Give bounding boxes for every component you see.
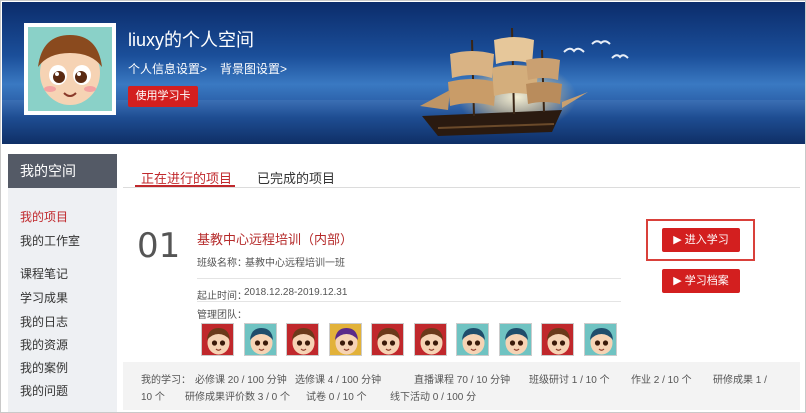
boy-avatar-icon[interactable] <box>371 323 404 356</box>
stat-outcome-reviews: 研修成果评价数 3 / 0 个 <box>185 392 291 403</box>
boy-avatar-icon[interactable] <box>541 323 574 356</box>
stat-offline-activity: 线下活动 0 / 100 分 <box>390 392 477 403</box>
stat-homework: 作业 2 / 10 个 <box>631 375 692 386</box>
class-value: 基教中心远程培训一班 <box>245 258 345 269</box>
sidebar-item-my-resources[interactable]: 我的资源 <box>20 336 68 353</box>
play-icon: ▶ <box>673 234 685 246</box>
seagulls-image <box>563 40 629 59</box>
purple-avatar-icon[interactable] <box>329 323 362 356</box>
app-frame: liuxy的个人空间 个人信息设置> 背景图设置> 使用学习卡 我的空间 我的项… <box>0 0 806 413</box>
play-icon: ▶ <box>673 275 685 287</box>
period-label: 起止时间： <box>197 291 247 302</box>
tab-completed-projects[interactable]: 已完成的项目 <box>257 168 335 187</box>
period-value: 2018.12.28-2019.12.31 <box>244 287 348 298</box>
sidebar-item-my-cases[interactable]: 我的案例 <box>20 359 68 376</box>
enter-study-label: 进入学习 <box>684 234 729 246</box>
sidebar-item-course-notes[interactable]: 课程笔记 <box>20 265 68 282</box>
stat-research-outcome-cont: 10 个 <box>141 392 165 403</box>
project-title-link[interactable]: 基教中心远程培训（内部） <box>197 229 353 248</box>
stat-elective-course: 选修课 4 / 100 分钟 <box>295 375 382 386</box>
stat-research-outcome: 研修成果 1 / <box>713 375 767 386</box>
boy-avatar-icon[interactable] <box>286 323 319 356</box>
profile-avatar[interactable] <box>24 23 116 115</box>
sidebar-item-my-studio[interactable]: 我的工作室 <box>20 232 80 249</box>
girl-avatar-icon[interactable] <box>456 323 489 356</box>
stat-required-course: 必修课 20 / 100 分钟 <box>195 375 287 386</box>
cartoon-face-icon <box>28 27 112 111</box>
sidebar-title: 我的空间 <box>8 154 117 188</box>
study-archive-label: 学习档案 <box>684 275 729 287</box>
boy-avatar-icon[interactable] <box>201 323 234 356</box>
girl-avatar-icon[interactable] <box>584 323 617 356</box>
boy-avatar-icon[interactable] <box>414 323 447 356</box>
use-study-card-button[interactable]: 使用学习卡 <box>128 86 198 107</box>
sidebar-item-my-projects[interactable]: 我的项目 <box>20 208 68 225</box>
stat-live-course: 直播课程 70 / 10 分钟 <box>414 375 511 386</box>
divider <box>197 278 621 279</box>
study-archive-button[interactable]: ▶ 学习档案 <box>662 269 740 293</box>
project-number: 01 <box>137 226 181 266</box>
divider <box>197 301 621 302</box>
girl-avatar-icon[interactable] <box>244 323 277 356</box>
team-label: 管理团队： <box>197 310 247 321</box>
profile-banner: liuxy的个人空间 个人信息设置> 背景图设置> 使用学习卡 <box>2 2 805 144</box>
sidebar-item-my-journal[interactable]: 我的日志 <box>20 313 68 330</box>
stats-label: 我的学习： <box>141 375 191 386</box>
background-settings-link[interactable]: 背景图设置> <box>220 60 287 77</box>
page-title: liuxy的个人空间 <box>128 30 255 50</box>
tab-divider <box>123 187 800 188</box>
sidebar-item-my-questions[interactable]: 我的问题 <box>20 382 68 399</box>
girl-avatar-icon[interactable] <box>499 323 532 356</box>
class-label: 班级名称： <box>197 258 247 269</box>
stat-class-discussion: 班级研讨 1 / 10 个 <box>529 375 610 386</box>
enter-study-button[interactable]: ▶ 进入学习 <box>662 228 740 252</box>
sidebar-item-learning-outcomes[interactable]: 学习成果 <box>20 289 68 306</box>
stat-exam: 试卷 0 / 10 个 <box>306 392 367 403</box>
profile-settings-link[interactable]: 个人信息设置> <box>128 60 207 77</box>
